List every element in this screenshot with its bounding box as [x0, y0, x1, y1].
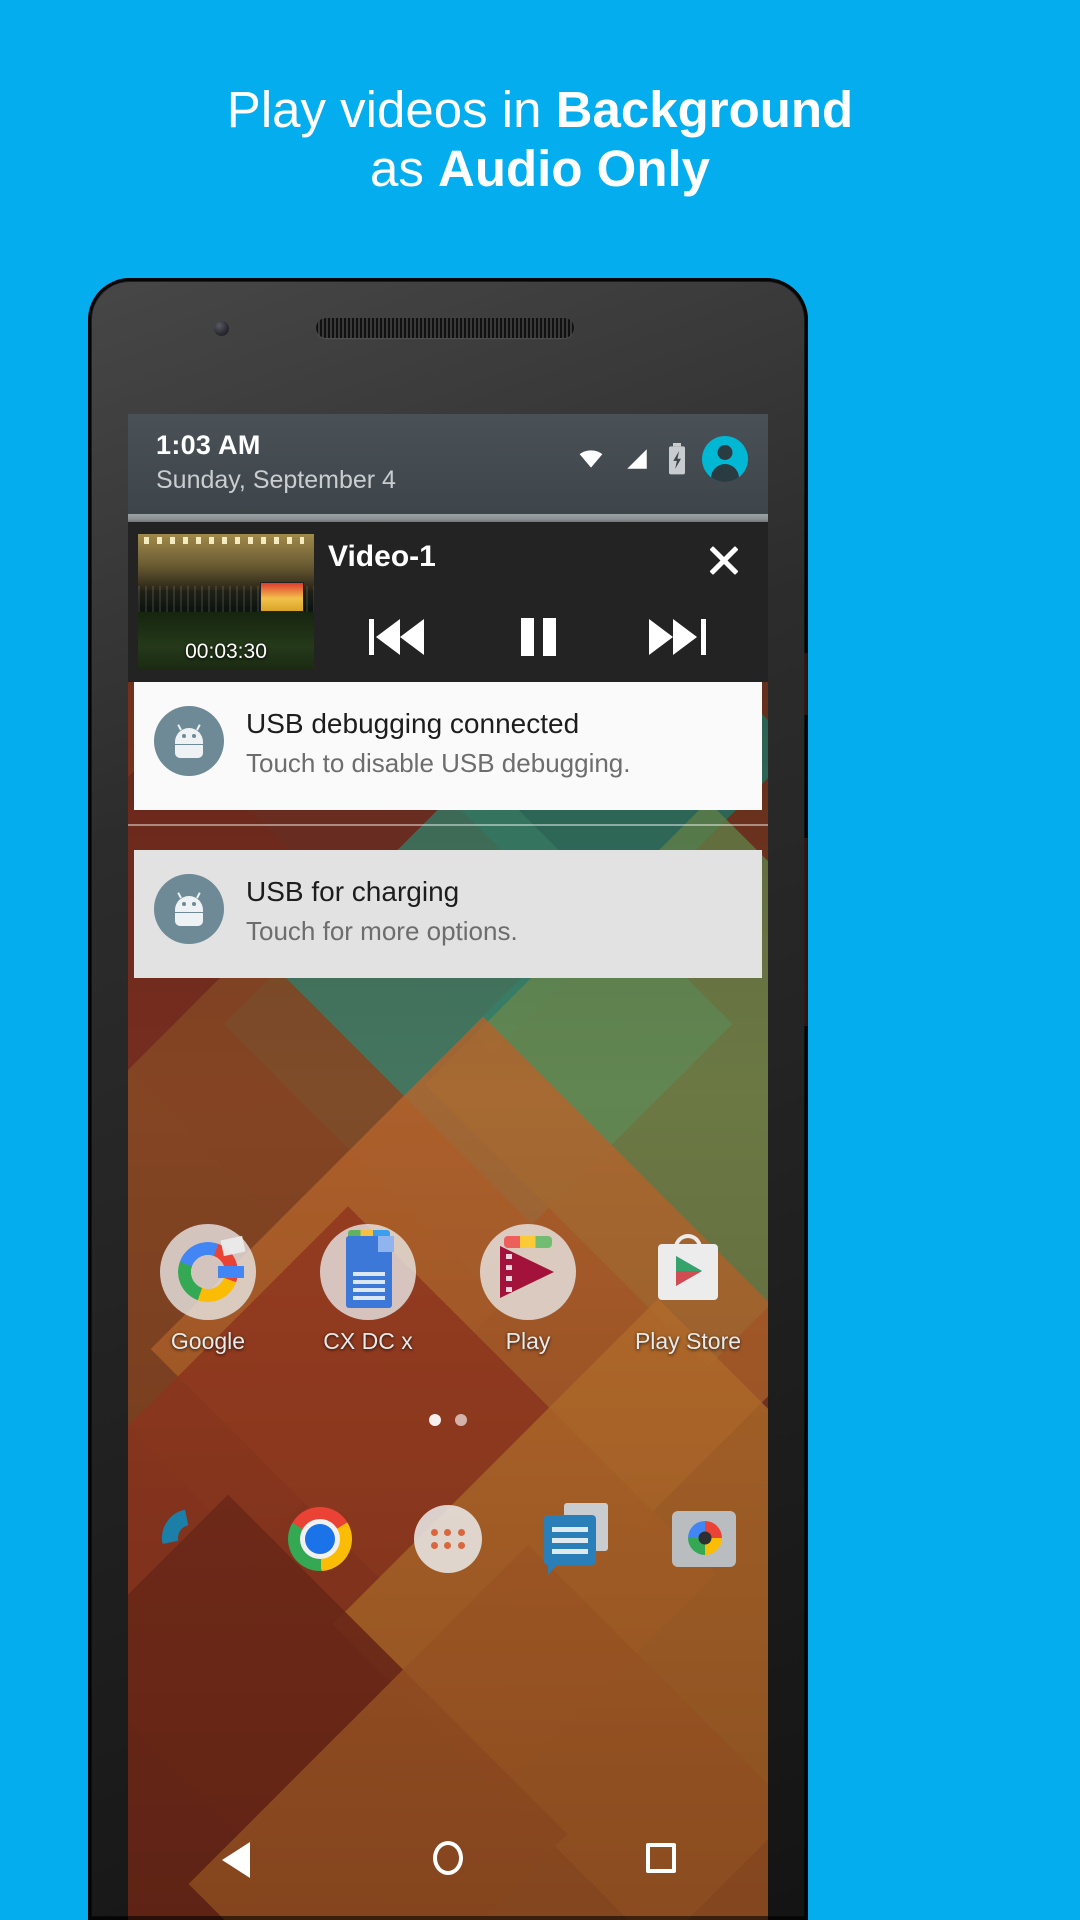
dock-item-phone[interactable] — [144, 1491, 240, 1587]
headline-line-1-light: Play videos in — [226, 81, 556, 138]
chrome-icon — [288, 1507, 352, 1571]
notification-usb-charging[interactable]: USB for charging Touch for more options. — [134, 850, 762, 978]
phone-top-bezel — [88, 278, 808, 414]
notification-subtitle: Touch for more options. — [246, 916, 518, 946]
android-bugdroid-icon — [154, 874, 224, 944]
notification-subtitle: Touch to disable USB debugging. — [246, 748, 631, 778]
headline-line-2-bold: Audio Only — [438, 140, 711, 197]
phone-screen: Google CX DC x Play Play Store 1:03 AM S… — [128, 414, 768, 1920]
headline-line-1: Play videos in Background — [0, 80, 1080, 139]
nav-back-button[interactable] — [180, 1825, 290, 1895]
promo-headline: Play videos in Background as Audio Only — [0, 80, 1080, 198]
app-label: CX DC x — [323, 1328, 413, 1354]
app-drawer-icon — [414, 1505, 482, 1573]
shade-header: 1:03 AM Sunday, September 4 — [128, 414, 768, 514]
page-dot[interactable] — [455, 1414, 467, 1426]
notification-gap — [128, 810, 768, 850]
google-icon — [160, 1224, 256, 1320]
headline-line-2: as Audio Only — [0, 139, 1080, 198]
close-icon[interactable] — [702, 538, 746, 582]
front-camera — [214, 321, 229, 336]
app-icon-play-movies[interactable]: Play — [458, 1224, 598, 1355]
app-icon-docs[interactable]: CX DC x — [298, 1224, 438, 1355]
dock-item-chrome[interactable] — [272, 1491, 368, 1587]
battery-charging-icon — [669, 443, 685, 475]
user-avatar-icon[interactable] — [702, 436, 748, 482]
app-icon-google[interactable]: Google — [138, 1224, 278, 1355]
power-button[interactable] — [804, 653, 808, 715]
recents-square-icon — [646, 1843, 677, 1873]
dock-item-camera[interactable] — [656, 1491, 752, 1587]
play-store-icon — [640, 1224, 736, 1320]
app-icon-play-store[interactable]: Play Store — [618, 1224, 758, 1355]
page-dot-active[interactable] — [429, 1414, 441, 1426]
status-date: Sunday, September 4 — [156, 466, 396, 494]
headline-line-1-bold: Background — [555, 81, 854, 138]
nav-recents-button[interactable] — [606, 1825, 716, 1895]
navigation-bar — [128, 1800, 768, 1920]
cellular-signal-icon — [627, 449, 647, 469]
next-track-button[interactable] — [647, 612, 709, 662]
dock-item-all-apps[interactable] — [400, 1491, 496, 1587]
google-docs-icon — [320, 1224, 416, 1320]
previous-track-button[interactable] — [367, 612, 429, 662]
homescreen-dock — [128, 1474, 768, 1604]
page-indicator — [128, 1414, 768, 1426]
media-controls — [328, 602, 748, 672]
home-circle-icon — [432, 1841, 463, 1875]
phone-icon — [157, 1504, 226, 1573]
app-label: Play — [505, 1328, 551, 1354]
status-clock: 1:03 AM — [156, 430, 261, 460]
volume-button[interactable] — [804, 838, 808, 1026]
status-icons — [574, 436, 748, 482]
phone-mockup: Google CX DC x Play Play Store 1:03 AM S… — [88, 278, 808, 1920]
dock-item-messages[interactable] — [528, 1491, 624, 1587]
notification-title: USB debugging connected — [246, 708, 580, 739]
media-notification[interactable]: 00:03:30 Video-1 — [128, 522, 768, 682]
back-triangle-icon — [221, 1842, 250, 1878]
video-thumbnail: 00:03:30 — [138, 534, 314, 670]
notification-usb-debugging[interactable]: USB debugging connected Touch to disable… — [134, 682, 762, 810]
headline-line-2-light: as — [369, 140, 439, 197]
app-label: Google — [170, 1328, 246, 1354]
media-title: Video-1 — [328, 540, 436, 573]
video-duration: 00:03:30 — [185, 640, 267, 663]
pause-button[interactable] — [507, 612, 569, 662]
play-movies-icon — [480, 1224, 576, 1320]
notification-shade: 1:03 AM Sunday, September 4 00:03:30 Vid… — [128, 414, 768, 978]
homescreen-apps-row: Google CX DC x Play Play Store — [128, 1224, 768, 1384]
nav-home-button[interactable] — [393, 1825, 503, 1895]
android-bugdroid-icon — [154, 706, 224, 776]
wifi-icon — [579, 450, 603, 468]
shade-divider — [128, 514, 768, 522]
notification-title: USB for charging — [246, 876, 460, 907]
app-label: Play Store — [634, 1328, 742, 1354]
earpiece-speaker — [316, 318, 574, 338]
